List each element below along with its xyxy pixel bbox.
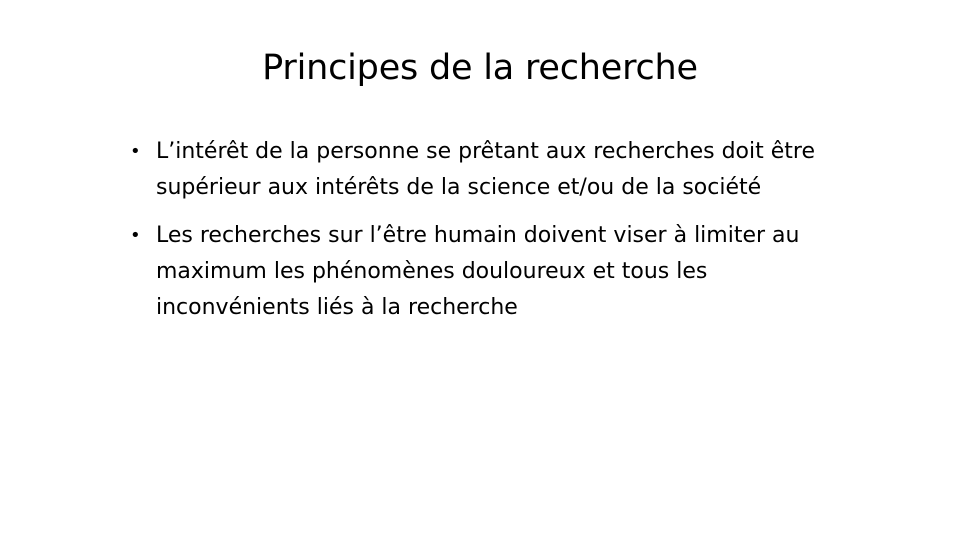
bullet-dot-icon: • (130, 225, 141, 246)
bullet-dot-icon: • (130, 141, 141, 162)
bullet-item: • L’intérêt de la personne se prêtant au… (128, 134, 848, 206)
bullet-text: L’intérêt de la personne se prêtant aux … (156, 139, 815, 200)
bullet-list: • L’intérêt de la personne se prêtant au… (128, 134, 848, 338)
slide: Principes de la recherche • L’intérêt de… (0, 0, 960, 540)
bullet-text: Les recherches sur l’être humain doivent… (156, 223, 800, 320)
bullet-item: • Les recherches sur l’être humain doive… (128, 218, 848, 326)
slide-title: Principes de la recherche (262, 48, 698, 88)
